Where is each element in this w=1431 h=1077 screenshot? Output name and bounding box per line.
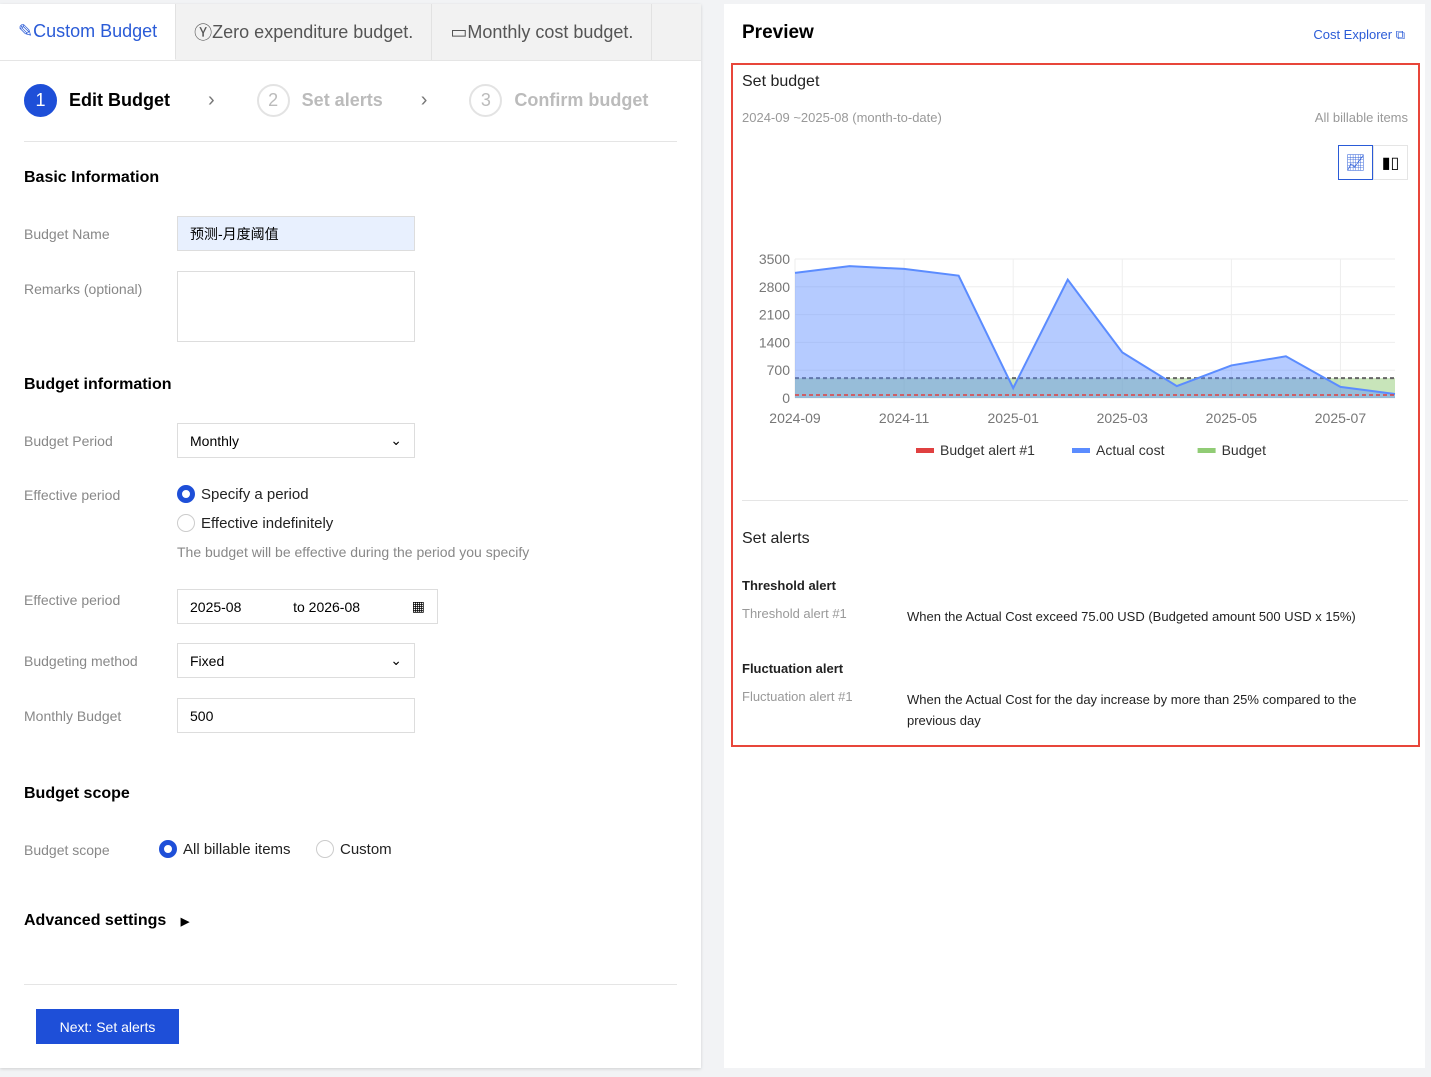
next-button[interactable]: Next: Set alerts	[36, 1009, 179, 1044]
legend-swatch	[1197, 448, 1216, 453]
section-title: Basic Information	[24, 169, 160, 186]
hint-text: The budget will be effective during the …	[177, 544, 530, 560]
x-tick-label: 2024-09	[769, 410, 821, 426]
chevron-right-icon: ›	[208, 89, 215, 111]
radio-indefinitely[interactable]: Effective indefinitely	[177, 514, 333, 532]
y-tick-label: 3500	[759, 251, 790, 267]
y-tick-label: 700	[767, 362, 791, 378]
preview-highlight-box: Set budget 2024-09 ~2025-08 (month-to-da…	[731, 63, 1420, 747]
threshold-name: Threshold alert #1	[742, 606, 847, 621]
budgeting-method-select[interactable]: Fixed ⌄	[177, 643, 415, 678]
budget-form-panel: ✎ Custom Budget Ⓨ Zero expenditure budget.…	[0, 4, 701, 1068]
field-label: Budget Name	[24, 226, 110, 242]
y-tick-label: 0	[782, 390, 790, 406]
preview-title: Preview	[742, 22, 814, 43]
radio-specify-period[interactable]: Specify a period	[177, 485, 309, 503]
legend-label: Budget	[1222, 442, 1266, 458]
field-label: Budget Period	[24, 433, 113, 449]
field-label: Remarks (optional)	[24, 281, 143, 297]
fluctuation-title: Fluctuation alert	[742, 661, 844, 676]
x-tick-label: 2024-11	[879, 410, 930, 426]
pencil-icon: ✎	[18, 21, 34, 41]
chevron-right-icon: ›	[420, 89, 428, 111]
tab-custom-budget[interactable]: ✎ Custom Budget	[0, 4, 177, 60]
threshold-title: Threshold alert	[742, 578, 836, 593]
y-tick-label: 1400	[759, 334, 790, 350]
x-tick-label: 2025-07	[1315, 410, 1367, 426]
step-confirm: 3 Confirm budget	[469, 84, 648, 117]
cost-explorer-link[interactable]: Cost Explorer ⧉	[1313, 27, 1405, 43]
budget-period-select[interactable]: Monthly ⌄	[177, 423, 415, 458]
field-label: Monthly Budget	[24, 708, 122, 724]
monthly-budget-input[interactable]: 500	[177, 698, 415, 733]
field-label: Budget scope	[24, 842, 110, 858]
divider	[742, 500, 1408, 501]
divider	[24, 984, 677, 985]
legend-label: Budget alert #1	[940, 442, 1035, 458]
calendar-icon: ▭	[450, 21, 468, 42]
field-label: Budgeting method	[24, 653, 138, 669]
tab-monthly-cost[interactable]: ▭ Monthly cost budget.	[432, 4, 653, 60]
field-label: Effective period	[24, 592, 121, 608]
y-tick-label: 2800	[759, 279, 790, 295]
external-link-icon: ⧉	[1395, 27, 1405, 42]
y-tick-label: 2100	[759, 307, 790, 323]
remarks-input[interactable]	[177, 271, 415, 342]
step-edit-budget: 1 Edit Budget	[24, 84, 170, 117]
legend-swatch	[916, 448, 934, 453]
cost-chart: 3500 2800 2100 1400 700 0 2024-09 2024-11 2025-0…	[759, 251, 1396, 458]
set-alerts-title: Set alerts	[742, 530, 810, 547]
section-title: Budget scope	[24, 785, 130, 802]
legend-swatch	[1072, 448, 1090, 453]
x-tick-label: 2025-01	[987, 410, 1039, 426]
tab-bar: ✎ Custom Budget Ⓨ Zero expenditure budget.…	[0, 4, 701, 61]
section-title: Budget information	[24, 376, 172, 393]
radio-all-billable[interactable]: All billable items	[159, 840, 291, 858]
step-set-alerts: 2 Set alerts	[256, 84, 383, 117]
stepper: 1 Edit Budget › 2 Set alerts › 3 Confirm bu…	[24, 84, 648, 117]
field-label: Effective period	[24, 487, 121, 503]
divider	[24, 141, 677, 142]
yen-icon: Ⓨ	[194, 23, 213, 43]
fluctuation-text: When the Actual Cost for the day increas…	[907, 692, 1357, 728]
calendar-icon: ▦	[411, 598, 425, 614]
advanced-settings-toggle[interactable]: Advanced settings ▶	[24, 912, 189, 930]
caret-right-icon: ▶	[180, 916, 190, 928]
fluctuation-name: Fluctuation alert #1	[742, 689, 853, 704]
chevron-down-icon: ⌄	[390, 652, 402, 668]
x-tick-label: 2025-05	[1206, 410, 1258, 426]
actual-cost-area	[795, 266, 1395, 398]
threshold-text: When the Actual Cost exceed 75.00 USD (B…	[907, 609, 1356, 624]
chevron-down-icon: ⌄	[390, 432, 402, 448]
date-range-input[interactable]: 2025-08 to 2026-08 ▦	[177, 589, 438, 624]
tab-zero-expenditure[interactable]: Ⓨ Zero expenditure budget.	[176, 4, 433, 60]
budget-name-input[interactable]: 预测-月度阈值	[177, 216, 415, 251]
legend-label: Actual cost	[1096, 442, 1165, 458]
radio-custom[interactable]: Custom	[316, 840, 392, 858]
x-tick-label: 2025-03	[1097, 410, 1149, 426]
